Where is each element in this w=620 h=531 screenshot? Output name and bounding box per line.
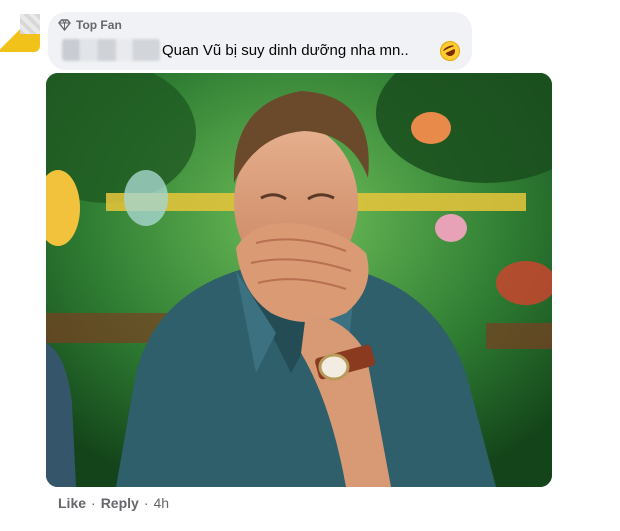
top-fan-badge: Top Fan: [58, 18, 122, 32]
separator-dot: ·: [91, 495, 96, 511]
comment-bubble: Top Fan Quan Vũ bị suy dinh dưỡng nha mn…: [48, 12, 472, 70]
reply-link[interactable]: Reply: [101, 495, 139, 511]
comment-text: Quan Vũ bị suy dinh dưỡng nha mn..: [162, 42, 409, 59]
comment-gif-image[interactable]: [46, 73, 552, 487]
separator-dot: ·: [143, 495, 149, 511]
comment-timestamp[interactable]: 4h: [153, 495, 169, 511]
rolling-on-floor-laughing-emoji-icon: [436, 37, 464, 65]
blurred-author-name[interactable]: [62, 39, 160, 61]
badge-label: Top Fan: [76, 18, 122, 32]
comment-actions: Like · Reply · 4h: [58, 495, 169, 511]
avatar[interactable]: [0, 14, 40, 52]
diamond-icon: [58, 19, 71, 31]
like-link[interactable]: Like: [58, 495, 86, 511]
